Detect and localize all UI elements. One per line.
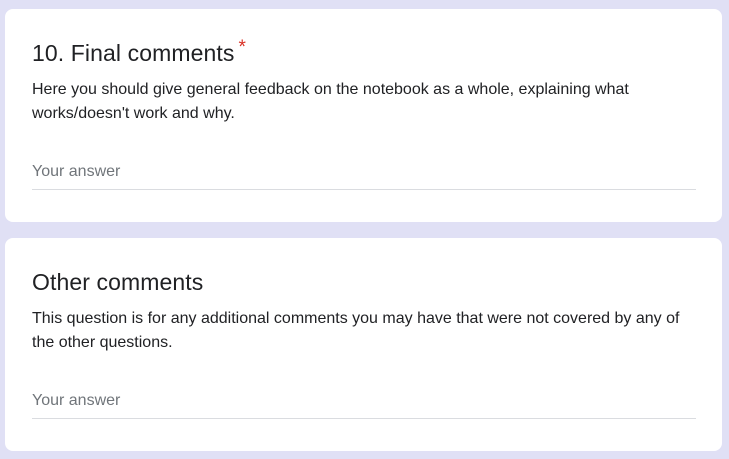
question-description: This question is for any additional comm…	[32, 310, 680, 351]
final-comments-answer-input[interactable]	[32, 159, 696, 185]
question-title-text: 10. Final comments	[32, 40, 235, 66]
other-comments-answer-input[interactable]	[32, 388, 696, 414]
question-title-text: Other comments	[32, 269, 204, 295]
answer-field-container	[32, 388, 696, 419]
question-title: Other comments	[32, 269, 203, 296]
question-title: 10. Final comments *	[32, 37, 246, 67]
question-description: Here you should give general feedback on…	[32, 81, 629, 122]
question-card-final-comments: 10. Final comments * Here you should give…	[5, 9, 722, 222]
question-card-other-comments: Other comments This question is for any …	[5, 238, 722, 451]
answer-field-container	[32, 159, 696, 190]
required-asterisk: *	[238, 37, 246, 58]
